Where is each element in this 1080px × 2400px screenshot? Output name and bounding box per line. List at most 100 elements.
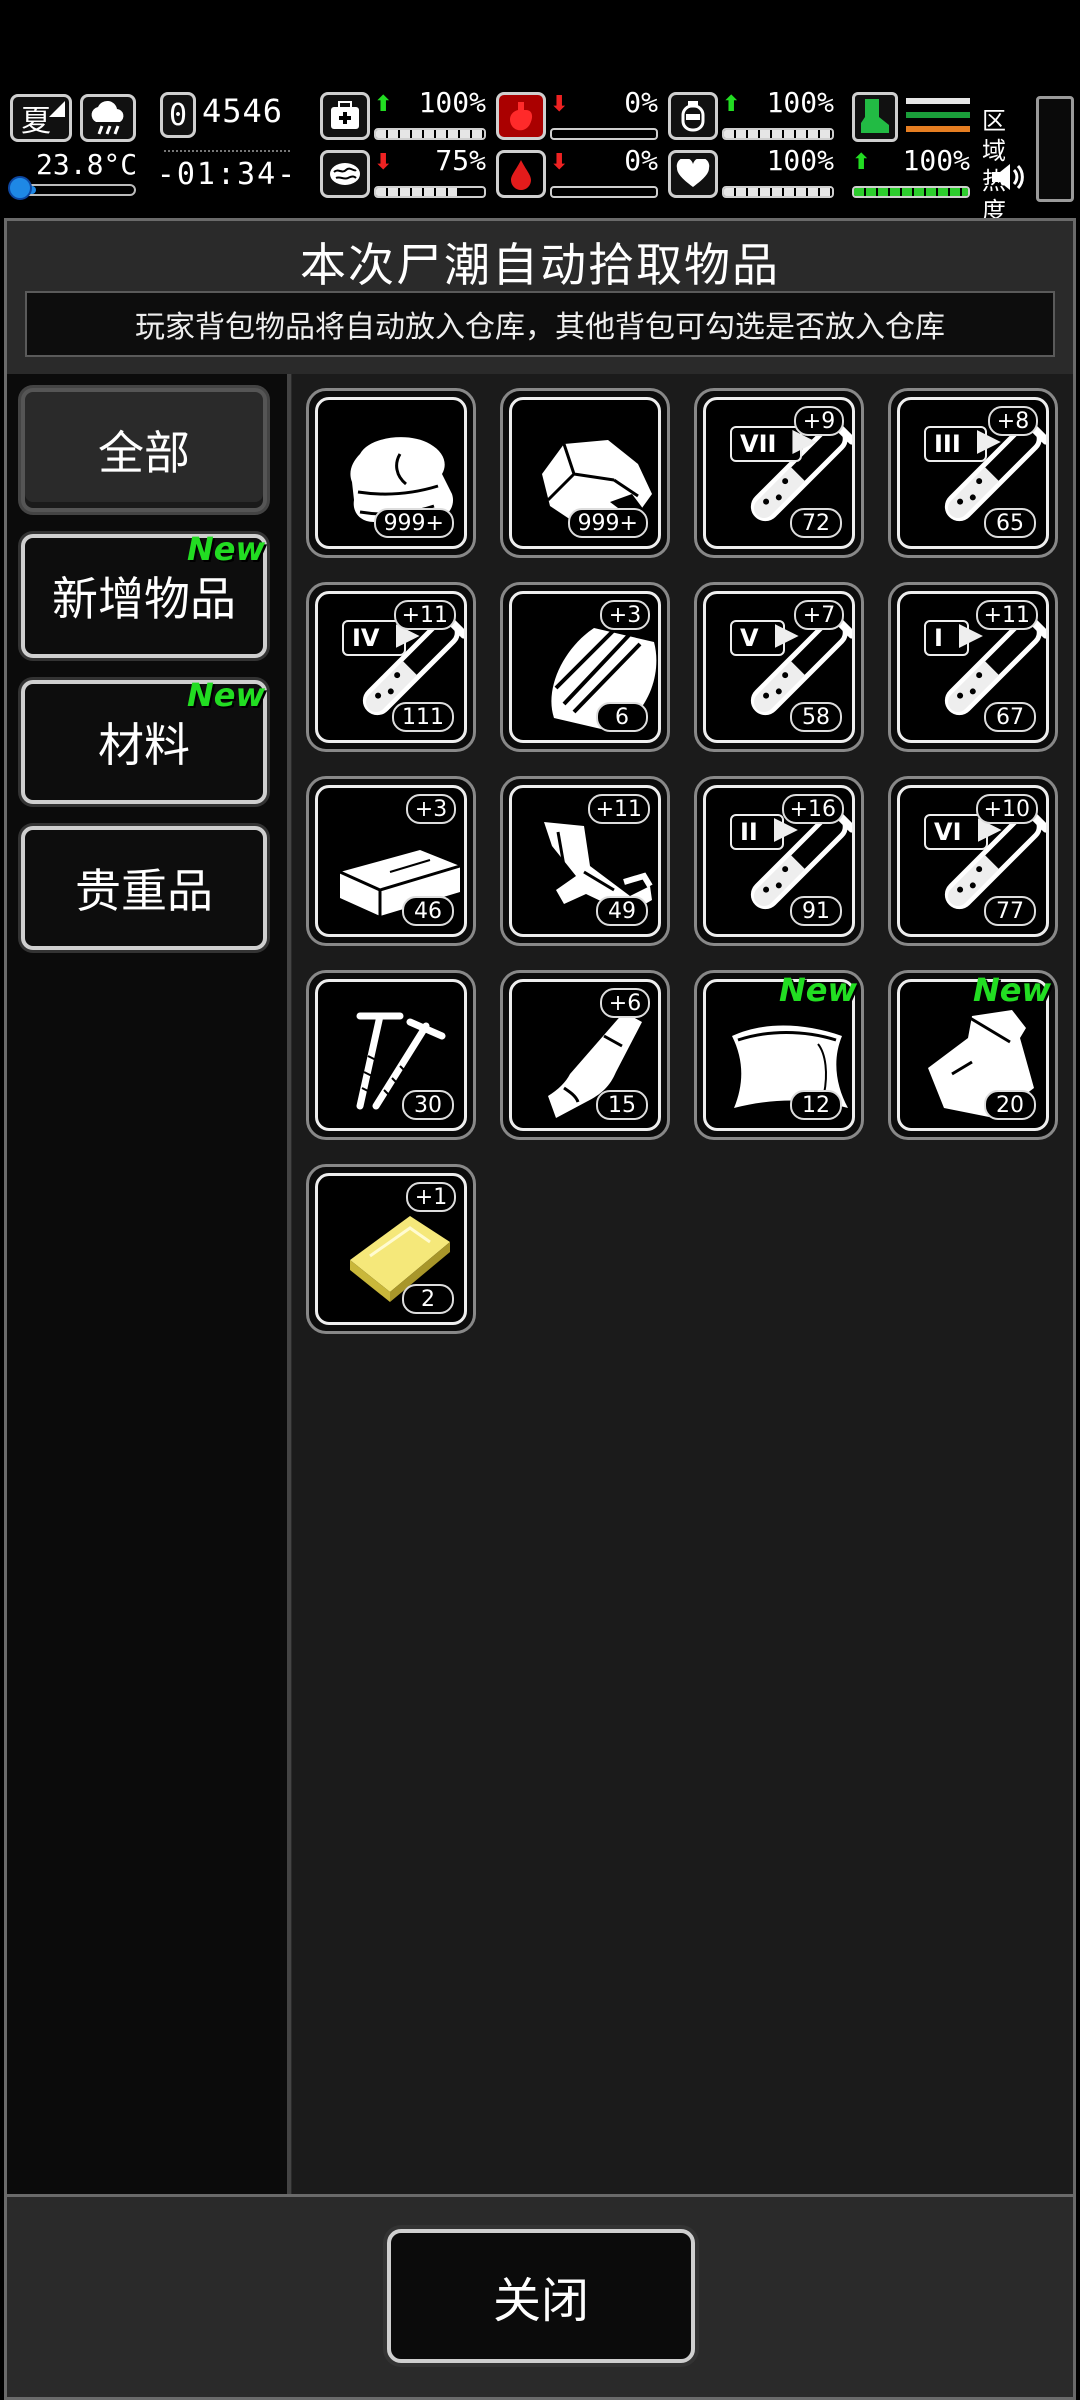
- category-tab-materials[interactable]: 材料 New: [21, 676, 267, 804]
- item-count: 65: [984, 508, 1036, 538]
- close-button-label: 关闭: [492, 2273, 589, 2329]
- item-slot[interactable]: I +11 67: [888, 582, 1058, 752]
- heart-icon: [668, 150, 718, 198]
- item-slot[interactable]: +3 46: [306, 776, 476, 946]
- thirst-bar-fill: [724, 130, 832, 138]
- new-badge: New: [186, 676, 265, 714]
- category-tab-valuables[interactable]: 贵重品: [21, 826, 267, 950]
- health-bar-fill: [376, 130, 484, 138]
- temperature-readout: 23.8°C: [36, 148, 138, 181]
- item-slot[interactable]: +6 15: [500, 970, 670, 1140]
- thirst-stat: ⬆ 100%: [668, 86, 834, 142]
- item-slot-frame: VII +9 72: [703, 397, 855, 549]
- season-indicator: 夏: [10, 94, 72, 142]
- item-slot[interactable]: 20 New: [888, 970, 1058, 1140]
- item-slot-frame: 30: [315, 979, 467, 1131]
- bleeding-stat: ⬇ 0%: [496, 144, 658, 200]
- stamina-stat: ⬆ 100%: [852, 144, 970, 200]
- category-label: 新增物品: [52, 572, 236, 626]
- item-slot-frame: +3 6: [509, 591, 661, 743]
- stamina-trend-up-icon: ⬆: [852, 150, 871, 175]
- category-tab-all[interactable]: 全部: [21, 388, 267, 512]
- clock-readout: -01:34-: [156, 156, 298, 192]
- item-count: 15: [596, 1090, 648, 1120]
- item-slot[interactable]: VI +10 77: [888, 776, 1058, 946]
- auto-loot-panel: 本次尸潮自动拾取物品 玩家背包物品将自动放入仓库，其他背包可勾选是否放入仓库 全…: [4, 218, 1076, 2400]
- item-slot-frame: V +7 58: [703, 591, 855, 743]
- item-slot-frame: VI +10 77: [897, 785, 1049, 937]
- close-button[interactable]: 关闭: [387, 2229, 695, 2363]
- bonus-badge: +11: [393, 600, 456, 630]
- status-hud: 夏 23.8°C 0 4546 -01:34- ⬆ 100% ⬇ 0% ⬆ 10…: [0, 86, 1080, 225]
- stamina-line: [906, 98, 970, 104]
- item-count: 46: [402, 896, 454, 926]
- day-label: 0: [168, 97, 188, 133]
- item-slot-frame: II +16 91: [703, 785, 855, 937]
- item-count: 999+: [373, 508, 454, 538]
- hunger-trend-down-icon: ⬇: [550, 92, 569, 117]
- item-slot[interactable]: V +7 58: [694, 582, 864, 752]
- item-slot[interactable]: +3 6: [500, 582, 670, 752]
- item-slot[interactable]: II +16 91: [694, 776, 864, 946]
- item-slot[interactable]: IV +11 111: [306, 582, 476, 752]
- item-count: 67: [984, 702, 1036, 732]
- tier-label: I: [924, 620, 969, 656]
- panel-title: 本次尸潮自动拾取物品: [300, 238, 780, 292]
- heart-bar-fill: [724, 188, 832, 196]
- item-slot-frame: 999+: [509, 397, 661, 549]
- item-slot[interactable]: 12 New: [694, 970, 864, 1140]
- item-slot[interactable]: III +8 65: [888, 388, 1058, 558]
- new-badge: New: [186, 530, 265, 568]
- health-value: 100%: [418, 86, 486, 119]
- bonus-badge: +8: [988, 406, 1038, 436]
- item-slot[interactable]: +11 49: [500, 776, 670, 946]
- panel-subtitle: 玩家背包物品将自动放入仓库，其他背包可勾选是否放入仓库: [25, 291, 1055, 357]
- hunger-stat: ⬇ 0%: [496, 86, 658, 142]
- item-slot-frame: +3 46: [315, 785, 467, 937]
- hunger-value: 0%: [624, 86, 658, 119]
- tier-label: V: [730, 620, 785, 656]
- bonus-badge: +10: [975, 794, 1038, 824]
- item-slot-frame: +6 15: [509, 979, 661, 1131]
- stamina-value: 100%: [902, 144, 970, 177]
- speaker-icon[interactable]: [990, 162, 1024, 196]
- item-count: 49: [596, 896, 648, 926]
- item-slot[interactable]: VII +9 72: [694, 388, 864, 558]
- category-tab-new-items[interactable]: 新增物品 New: [21, 530, 267, 658]
- item-slot-frame: +1 2: [315, 1173, 467, 1325]
- bonus-badge: +7: [794, 600, 844, 630]
- day-count: 4546: [202, 92, 284, 130]
- stamina-line: [906, 126, 970, 132]
- item-grid: 999+ 999+ VII +9 72 III +8 65 IV +11 111 +3 6 V +7 58 I +…: [292, 374, 1073, 2198]
- item-count: 6: [596, 702, 648, 732]
- category-sidebar: 全部 新增物品 New 材料 New 贵重品: [7, 374, 291, 2198]
- item-slot[interactable]: 999+: [306, 388, 476, 558]
- bottom-bar: 关闭: [7, 2194, 1073, 2397]
- tier-label: VI: [924, 814, 988, 850]
- item-slot[interactable]: 30: [306, 970, 476, 1140]
- bonus-badge: +16: [781, 794, 844, 824]
- health-bar: [374, 128, 486, 140]
- item-slot[interactable]: 999+: [500, 388, 670, 558]
- new-badge: New: [972, 971, 1051, 1009]
- rain-cloud-icon: [80, 94, 136, 142]
- thirst-value: 100%: [766, 86, 834, 119]
- thirst-bar: [722, 128, 834, 140]
- bonus-badge: +6: [600, 988, 650, 1018]
- hunger-bar: [550, 128, 658, 140]
- item-slot[interactable]: +1 2: [306, 1164, 476, 1334]
- item-count: 30: [402, 1090, 454, 1120]
- heart-value: 100%: [766, 144, 834, 177]
- sanity-value: 75%: [435, 144, 486, 177]
- item-count: 20: [984, 1090, 1036, 1120]
- item-count: 12: [790, 1090, 842, 1120]
- region-heat-gauge: [1036, 96, 1074, 202]
- tier-label: VII: [730, 426, 803, 462]
- tier-label: IV: [342, 620, 406, 656]
- sanity-stat: ⬇ 75%: [320, 144, 486, 200]
- category-label: 贵重品: [75, 864, 213, 918]
- item-count: 111: [392, 702, 454, 732]
- panel-subtitle-text: 玩家背包物品将自动放入仓库，其他背包可勾选是否放入仓库: [135, 310, 945, 345]
- stamina-indicator-lines: [906, 98, 970, 140]
- new-badge: New: [778, 971, 857, 1009]
